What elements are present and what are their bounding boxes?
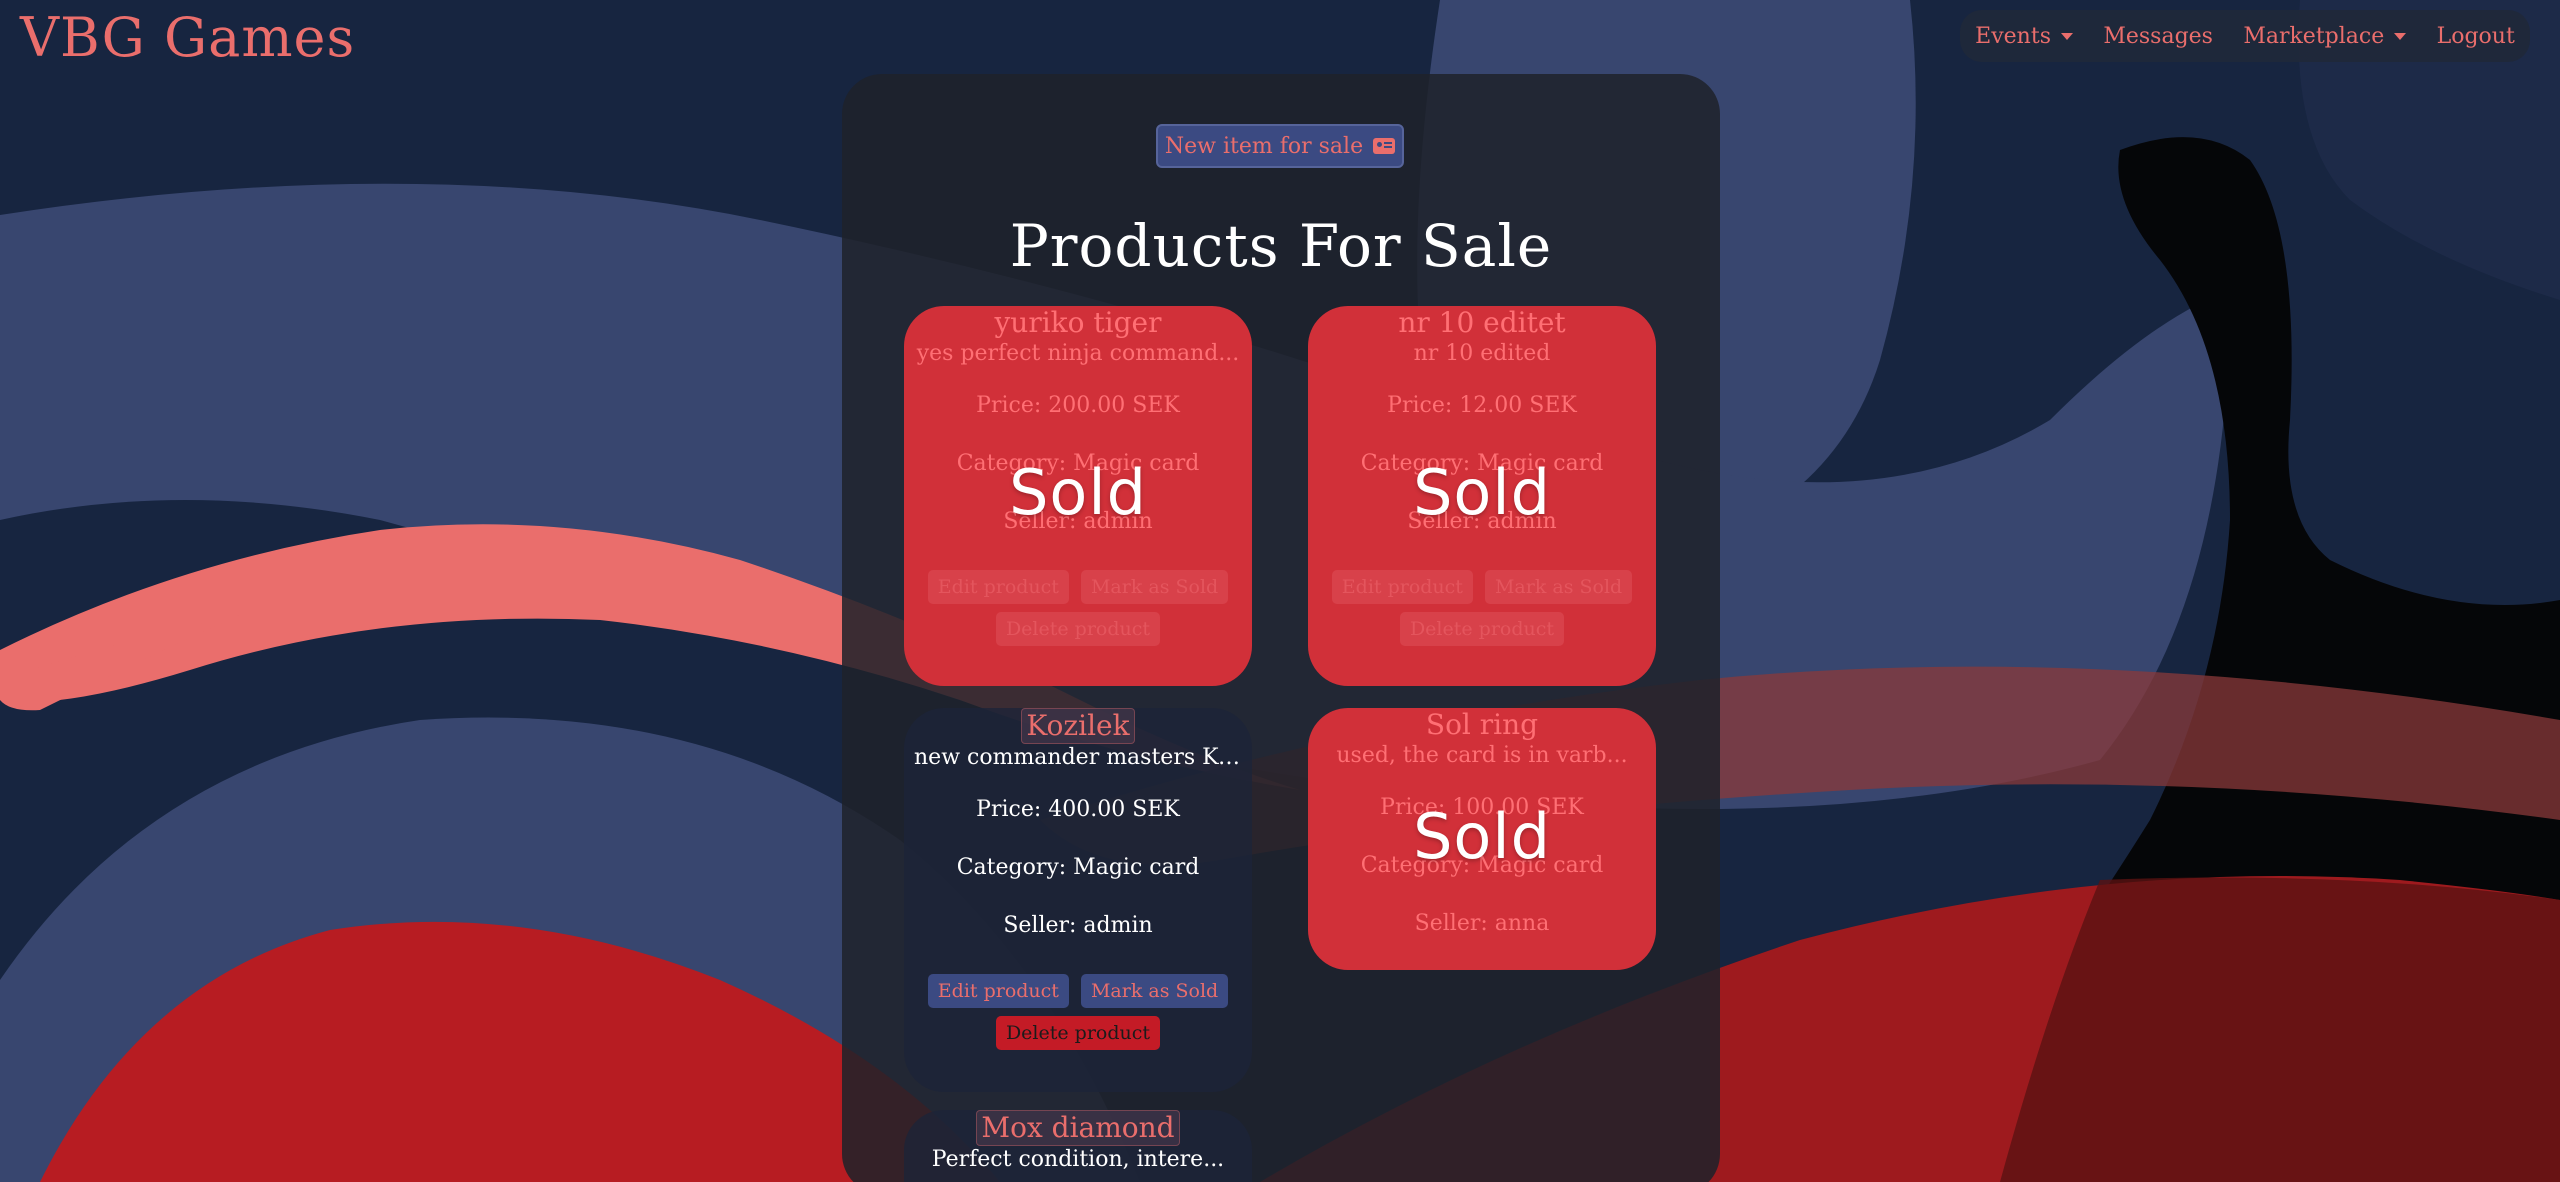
product-description: nr 10 edited [1413, 341, 1551, 366]
delete-product-button[interactable]: Delete product [995, 1016, 1161, 1050]
brand-logo[interactable]: VBG Games [20, 6, 355, 69]
nav-marketplace-label: Marketplace [2243, 23, 2385, 49]
product-description: used, the card is in varb... [1336, 743, 1628, 768]
nav-marketplace-dropdown[interactable]: Marketplace [2243, 23, 2407, 49]
mark-as-sold-button[interactable]: Mark as Sold [1080, 570, 1229, 604]
product-description: new commander masters Koz... [914, 745, 1252, 770]
product-price: Price: 200.00 SEK [976, 393, 1180, 418]
delete-product-button[interactable]: Delete product [1399, 612, 1565, 646]
product-price: Price: 400.00 SEK [976, 797, 1180, 822]
nav-logout-label: Logout [2436, 23, 2515, 49]
mark-as-sold-button[interactable]: Mark as Sold [1484, 570, 1633, 604]
product-card: Sol ring used, the card is in varb... Pr… [1308, 708, 1656, 970]
product-description: Perfect condition, intere... [931, 1147, 1225, 1172]
edit-product-button[interactable]: Edit product [927, 974, 1069, 1008]
new-item-button[interactable]: New item for sale [1156, 124, 1404, 168]
product-card: yuriko tiger yes perfect ninja command..… [904, 306, 1252, 686]
top-navigation: Events Messages Marketplace Logout [1960, 10, 2530, 62]
nav-events-label: Events [1975, 23, 2051, 49]
chevron-down-icon [2060, 32, 2073, 40]
page-title: Products For Sale [1009, 212, 1553, 280]
sold-label: Sold [1413, 456, 1551, 529]
product-title[interactable]: yuriko tiger [990, 306, 1165, 340]
product-category: Category: Magic card [956, 855, 1200, 880]
product-card: Kozilek new commander masters Koz... Pri… [904, 708, 1252, 1092]
product-description: yes perfect ninja command... [916, 341, 1240, 366]
new-item-label: New item for sale [1164, 133, 1364, 159]
mark-as-sold-button[interactable]: Mark as Sold [1080, 974, 1229, 1008]
product-seller: Seller: anna [1414, 911, 1550, 936]
nav-messages-label: Messages [2103, 23, 2213, 49]
product-seller: Seller: admin [1003, 913, 1153, 938]
sold-label: Sold [1413, 800, 1551, 873]
product-price: Price: 12.00 SEK [1387, 393, 1577, 418]
product-title[interactable]: Mox diamond [976, 1110, 1180, 1146]
chevron-down-icon [2394, 32, 2407, 40]
id-card-icon [1373, 138, 1396, 154]
edit-product-button[interactable]: Edit product [927, 570, 1069, 604]
nav-logout[interactable]: Logout [2437, 24, 2515, 49]
product-card: nr 10 editet nr 10 edited Price: 12.00 S… [1308, 306, 1656, 686]
delete-product-button[interactable]: Delete product [995, 612, 1161, 646]
product-title[interactable]: Kozilek [1021, 708, 1135, 744]
product-title[interactable]: nr 10 editet [1394, 306, 1569, 340]
product-title[interactable]: Sol ring [1422, 708, 1542, 742]
nav-events-dropdown[interactable]: Events [1975, 24, 2073, 49]
nav-messages[interactable]: Messages [2103, 24, 2213, 49]
sold-label: Sold [1009, 456, 1147, 529]
product-card: Mox diamond Perfect condition, intere... [904, 1110, 1252, 1182]
edit-product-button[interactable]: Edit product [1331, 570, 1473, 604]
